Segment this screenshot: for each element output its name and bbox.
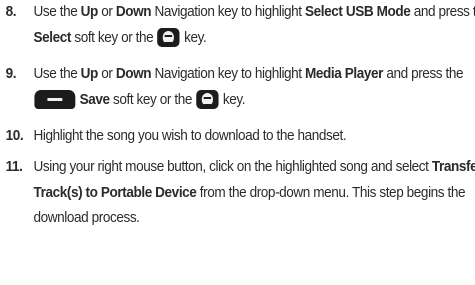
text-run: and press the — [413, 4, 475, 20]
select-key-icon — [196, 89, 219, 109]
text-run: Use the — [33, 4, 81, 20]
step-number: 9. — [5, 66, 17, 82]
step-number: 11. — [5, 159, 23, 175]
menu-item-name: Media Player — [305, 66, 383, 82]
step-text: Using your right mouse button, click on … — [33, 159, 475, 226]
text-run: and press the — [382, 66, 464, 82]
text-run: or — [97, 66, 116, 82]
text-run: Navigation key to highlight — [151, 66, 306, 82]
step-10: 10. Highlight the song you wish to downl… — [0, 124, 475, 150]
text-run: key. — [219, 91, 246, 108]
text-run: Navigation key to highlight — [151, 4, 306, 20]
step-11: 11. Using your right mouse button, click… — [0, 155, 475, 232]
step-text: Use the Up or Down Navigation key to hig… — [33, 4, 475, 47]
key-name-up: Up — [80, 66, 99, 82]
step-number: 8. — [5, 4, 17, 20]
text-run: soft key or the — [109, 91, 196, 108]
text-run: Use the — [33, 66, 81, 82]
text-run: or — [97, 4, 116, 20]
key-name-up: Up — [80, 4, 99, 20]
soft-key-name: Save — [79, 91, 110, 108]
select-key-icon — [157, 27, 180, 47]
step-text: Use the Up or Down Navigation key to hig… — [33, 66, 464, 109]
soft-key-name: Select — [33, 29, 71, 46]
step-9: 9. Use the Up or Down Navigation key to … — [0, 62, 475, 113]
step-number: 10. — [5, 128, 24, 144]
menu-item-name: Select USB Mode — [305, 4, 411, 20]
step-8: 8. Use the Up or Down Navigation key to … — [0, 0, 475, 51]
key-name-down: Down — [115, 4, 152, 20]
text-run: Using your right mouse button, click on … — [33, 159, 432, 175]
text-run: key. — [180, 29, 207, 46]
left-soft-key-icon — [34, 89, 76, 109]
key-name-down: Down — [115, 66, 152, 82]
text-run: soft key or the — [70, 29, 157, 46]
step-text: Highlight the song you wish to download … — [33, 128, 347, 144]
